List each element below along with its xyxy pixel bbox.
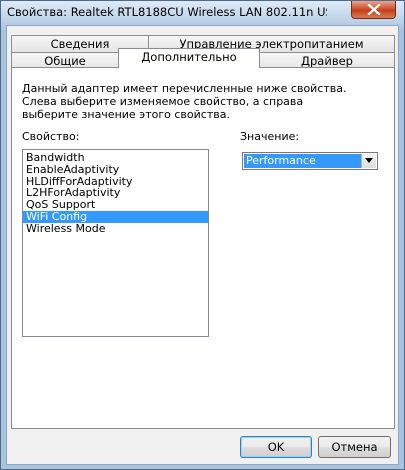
advanced-tab-panel: Данный адаптер имеет перечисленные ниже … [11, 67, 395, 429]
cancel-button[interactable]: Отмена [318, 436, 391, 458]
list-item[interactable]: Wireless Mode [23, 222, 208, 235]
property-label: Свойство: [22, 130, 80, 143]
panel-description: Данный адаптер имеет перечисленные ниже … [22, 82, 347, 121]
value-label: Значение: [240, 130, 300, 143]
value-dropdown[interactable]: Performance [242, 152, 378, 170]
dropdown-selected-value: Performance [244, 154, 361, 168]
list-item-selected[interactable]: WiFi Config [23, 211, 208, 223]
dialog-client-area: Сведения Управление электропитанием Общи… [6, 25, 399, 465]
dropdown-arrow-button[interactable] [361, 154, 376, 168]
close-button[interactable] [351, 1, 396, 19]
list-item[interactable]: EnableAdaptivity [23, 163, 208, 176]
window-title: Свойства: Realtek RTL8188CU Wireless LAN… [7, 5, 327, 19]
chevron-down-icon [365, 158, 373, 163]
properties-window: Свойства: Realtek RTL8188CU Wireless LAN… [0, 0, 405, 470]
ok-button[interactable]: OK [240, 436, 312, 458]
tab-advanced[interactable]: Дополнительно [118, 48, 260, 68]
close-icon [367, 4, 381, 15]
tab-label: Общие [44, 54, 86, 68]
title-bar[interactable]: Свойства: Realtek RTL8188CU Wireless LAN… [1, 1, 404, 23]
tab-label: Дополнительно [141, 50, 237, 64]
property-listbox[interactable]: Bandwidth EnableAdaptivity HLDiffForAdap… [22, 149, 209, 337]
tab-label: Сведения [50, 37, 110, 51]
tab-label: Драйвер [301, 54, 353, 68]
